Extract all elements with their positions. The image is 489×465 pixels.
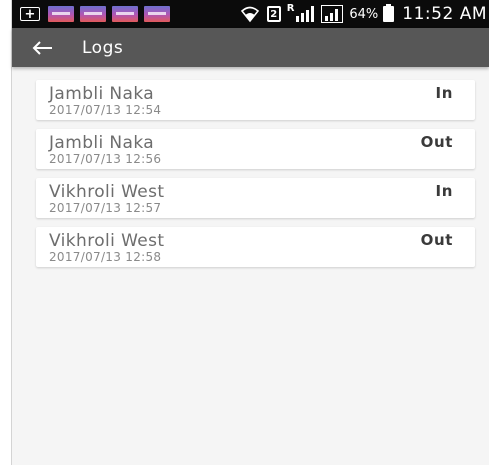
app-window: + 2 R 64% 11:52 AM Logs Jambli Naka 2017… — [12, 0, 489, 465]
app-notification-icon — [48, 6, 74, 22]
roaming-label: R — [286, 3, 295, 14]
status-bar: + 2 R 64% 11:52 AM — [12, 0, 489, 28]
battery-icon — [383, 4, 395, 22]
page-title: Logs — [82, 37, 124, 58]
battery-percent: 64% — [349, 6, 379, 22]
arrow-left-icon — [32, 40, 52, 55]
screen: + 2 R 64% 11:52 AM Logs Jambli Naka 2017… — [0, 0, 489, 465]
plus-icon: + — [20, 7, 40, 21]
status-time: 11:52 AM — [402, 4, 487, 24]
log-status: Out — [420, 133, 453, 151]
log-timestamp: 2017/07/13 12:56 — [49, 152, 162, 166]
log-timestamp: 2017/07/13 12:57 — [49, 201, 162, 215]
log-status: Out — [420, 231, 453, 249]
log-status: In — [435, 182, 453, 200]
log-item[interactable]: Jambli Naka 2017/07/13 12:54 In — [36, 80, 475, 120]
log-item[interactable]: Jambli Naka 2017/07/13 12:56 Out — [36, 129, 475, 169]
log-timestamp: 2017/07/13 12:54 — [49, 103, 162, 117]
log-item[interactable]: Vikhroli West 2017/07/13 12:58 Out — [36, 227, 475, 267]
log-location: Jambli Naka — [49, 84, 155, 104]
left-edge-divider — [0, 0, 12, 465]
app-notification-icon — [144, 6, 170, 22]
app-notification-icon — [80, 6, 106, 22]
log-location: Jambli Naka — [49, 133, 155, 153]
signal-strength-icon — [296, 6, 315, 22]
data-signal-icon — [321, 5, 344, 23]
back-button[interactable] — [20, 28, 64, 67]
app-toolbar: Logs — [12, 28, 489, 67]
log-status: In — [435, 84, 453, 102]
log-location: Vikhroli West — [49, 182, 165, 202]
wifi-icon — [240, 6, 259, 23]
log-location: Vikhroli West — [49, 231, 165, 251]
log-item[interactable]: Vikhroli West 2017/07/13 12:57 In — [36, 178, 475, 218]
sim-card-icon: 2 — [266, 6, 281, 22]
logs-list: Jambli Naka 2017/07/13 12:54 In Jambli N… — [36, 80, 475, 276]
sim-label: 2 — [270, 8, 278, 20]
log-timestamp: 2017/07/13 12:58 — [49, 250, 162, 264]
app-notification-icon — [112, 6, 138, 22]
